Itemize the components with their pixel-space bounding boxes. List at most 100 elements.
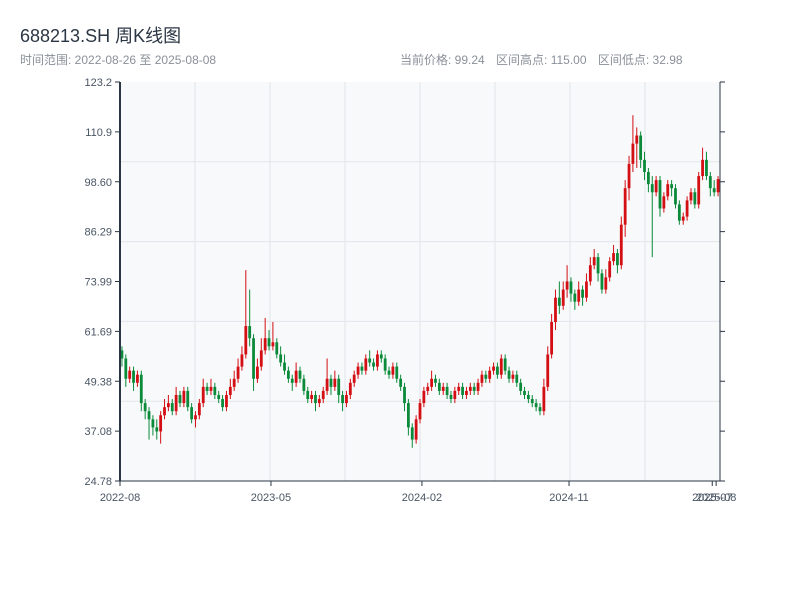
candle-down — [139, 374, 143, 404]
candle-down — [530, 399, 534, 404]
candle-down — [298, 370, 302, 379]
candle-down — [190, 407, 194, 420]
candle-up — [476, 382, 480, 391]
candle-down — [616, 253, 619, 266]
x-tick-label: 2024-11 — [549, 492, 589, 504]
candle-up — [159, 415, 163, 432]
candle-up — [263, 338, 267, 351]
candle-down — [503, 358, 507, 371]
candle-up — [542, 386, 546, 412]
candle-up — [627, 163, 631, 189]
candle-up — [681, 216, 685, 221]
candle-down — [534, 403, 538, 408]
candle-down — [275, 342, 279, 355]
candle-down — [205, 386, 209, 391]
candle-up — [422, 390, 426, 404]
candle-down — [708, 176, 712, 189]
candle-down — [712, 188, 716, 193]
candle-up — [376, 354, 379, 367]
candle-up — [685, 200, 689, 217]
candle-down — [279, 354, 283, 363]
candle-up — [689, 192, 693, 201]
candle-down — [186, 390, 190, 408]
candle-down — [213, 386, 217, 395]
candle-down — [437, 382, 441, 391]
candle-down — [496, 366, 499, 375]
candle-up — [492, 366, 495, 371]
candle-down — [434, 378, 437, 383]
candle-up — [174, 394, 178, 412]
candle-up — [163, 407, 166, 416]
candlestick-chart: 123.2 110.9 98.60 86.29 73.99 61.69 49.38 37.08… — [84, 77, 736, 504]
candle-down — [368, 358, 372, 363]
candle-down — [600, 273, 604, 290]
candle-up — [499, 358, 503, 375]
candle-down — [383, 358, 387, 371]
candle-down — [674, 188, 677, 205]
candle-down — [170, 403, 174, 412]
candle-up — [225, 394, 228, 408]
candle-up — [348, 382, 352, 395]
candle-down — [337, 378, 341, 395]
candle-up — [333, 378, 337, 387]
candle-up — [259, 350, 263, 367]
candle-down — [449, 394, 453, 400]
candle-down — [705, 159, 708, 177]
candle-down — [472, 386, 476, 391]
candle-down — [526, 394, 530, 400]
candle-up — [352, 374, 356, 383]
candle-down — [283, 362, 286, 371]
candle-down — [248, 326, 252, 339]
candle-down — [387, 370, 391, 375]
x-tick-label: 2023-05 — [251, 492, 291, 504]
candle-up — [511, 374, 515, 379]
candle-up — [294, 370, 298, 383]
candle-down — [178, 394, 182, 404]
candle-up — [201, 386, 205, 404]
candle-down — [403, 386, 406, 404]
candle-down — [650, 184, 654, 193]
candle-up — [209, 386, 213, 391]
candle-up — [561, 289, 565, 306]
candle-down — [221, 399, 224, 408]
y-tick-label: 49.38 — [84, 376, 112, 388]
candle-up — [662, 196, 666, 209]
candle-down — [329, 378, 333, 387]
candle-up — [592, 257, 596, 266]
candle-up — [457, 386, 461, 391]
candle-down — [519, 382, 523, 391]
y-tick-label: 24.78 — [84, 476, 112, 488]
candle-up — [631, 143, 635, 164]
candle-up — [325, 378, 329, 391]
candle-down — [515, 374, 519, 383]
candle-down — [151, 419, 155, 428]
candle-up — [244, 326, 248, 355]
candle-down — [143, 403, 147, 412]
candle-up — [666, 184, 670, 197]
candle-up — [197, 403, 201, 416]
candle-up — [345, 394, 348, 404]
candle-up — [128, 370, 132, 379]
x-tick-label: 2025-08 — [696, 492, 736, 504]
candle-up — [441, 386, 445, 391]
candle-up — [182, 390, 186, 404]
candle-down — [286, 370, 290, 379]
candle-up — [588, 265, 592, 282]
candle-up — [256, 366, 259, 379]
y-tick-label: 86.29 — [84, 227, 112, 239]
x-tick-label: 2022-08 — [100, 492, 140, 504]
candle-up — [577, 289, 581, 302]
candle-down — [639, 135, 643, 160]
candle-down — [445, 386, 449, 395]
candle-up — [623, 188, 627, 225]
candle-up — [430, 378, 434, 387]
candle-down — [646, 172, 650, 185]
candle-up — [701, 159, 704, 177]
candle-down — [557, 297, 561, 306]
candle-up — [565, 281, 569, 290]
candle-down — [372, 362, 375, 367]
candle-up — [619, 224, 623, 266]
candle-up — [310, 394, 314, 400]
candle-up — [585, 281, 588, 298]
candle-down — [670, 184, 674, 189]
